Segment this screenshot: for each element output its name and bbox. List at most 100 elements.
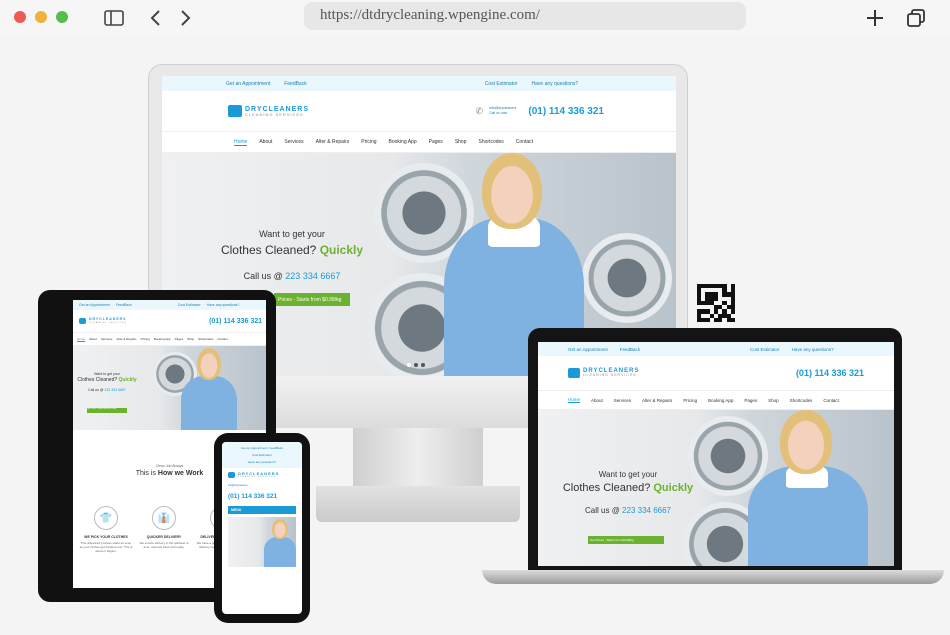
main-nav: Home About Services Alter & Repairs Pricing B… xyxy=(538,390,894,410)
nav-item[interactable]: Alter & Repairs xyxy=(116,337,136,341)
woman-head xyxy=(780,410,832,474)
hero-quickly: Quickly xyxy=(118,377,137,383)
nav-item[interactable]: Pages xyxy=(744,398,757,403)
woman-illustration xyxy=(264,537,296,567)
nav-item[interactable]: Booking App xyxy=(154,337,171,341)
feedback-link[interactable]: FeedBack xyxy=(620,347,640,352)
nav-item[interactable]: About xyxy=(259,139,272,145)
nav-item[interactable]: Shop xyxy=(455,139,467,145)
nav-item[interactable]: Shop xyxy=(768,398,779,403)
nav-item[interactable]: Pricing xyxy=(141,337,150,341)
questions-link[interactable]: Have any questions? xyxy=(792,347,834,352)
hero-call-number[interactable]: 223 334 6667 xyxy=(104,388,125,392)
logo-subtitle: CLEANING SERVICES xyxy=(238,476,276,478)
maximize-window-button[interactable] xyxy=(56,11,68,23)
nav-item[interactable]: Shortcodes xyxy=(479,139,504,145)
nav-item[interactable]: Contact xyxy=(217,337,227,341)
laptop-site-preview: Get an Appointment FeedBack Cost Estimat… xyxy=(538,342,894,566)
phone-number[interactable]: (01) 114 336 321 xyxy=(228,493,296,500)
questions-link[interactable]: Have any questions? xyxy=(207,303,240,307)
hero-line2: Clothes Cleaned? xyxy=(77,377,118,383)
phone-site-preview: Get an Appointment FeedBack Cost Estimat… xyxy=(222,442,302,614)
site-logo[interactable]: DRYCLEANERS CLEANING SERVICES xyxy=(228,105,309,117)
mobile-menu-button[interactable]: MENU xyxy=(228,506,296,514)
logo-icon xyxy=(79,318,86,324)
feature-delivery: 👔 QUICKER DELIVERY We ensure delivery in… xyxy=(137,506,191,549)
close-window-button[interactable] xyxy=(14,11,26,23)
nav-item[interactable]: Shortcodes xyxy=(790,398,813,403)
hero-call-number[interactable]: 223 334 6667 xyxy=(622,506,671,515)
feedback-link[interactable]: FeedBack xyxy=(116,303,132,307)
feature-text: This advanced process starts as soon as … xyxy=(79,541,133,553)
hero-call-label: Call us @ xyxy=(243,271,283,281)
feedback-link[interactable]: FeedBack xyxy=(284,81,307,87)
nav-item[interactable]: Home xyxy=(234,139,248,146)
logo-subtitle: CLEANING SERVICES xyxy=(89,321,127,324)
hero-quickly: Quickly xyxy=(319,243,364,257)
hero-caption: Want to get your Clothes Cleaned? Quickl… xyxy=(202,229,382,281)
cost-estimator-link[interactable]: Cost Estimator xyxy=(485,81,518,87)
appointment-link[interactable]: Get an Appointment xyxy=(568,347,608,352)
nav-item[interactable]: Shortcodes xyxy=(198,337,213,341)
header: DRYCLEANERS CLEANING SERVICES info@drycle… xyxy=(222,468,302,504)
sidebar-toggle-icon[interactable] xyxy=(102,6,126,30)
header: DRYCLEANERS CLEANING SERVICES ✆ info@dry… xyxy=(162,91,676,131)
responsive-showcase: Get an Appointment FeedBack Cost Estimat… xyxy=(0,36,950,635)
nav-item[interactable]: Alter & Repairs xyxy=(642,398,672,403)
nav-item[interactable]: Shop xyxy=(187,337,194,341)
tabs-overview-icon[interactable] xyxy=(904,6,928,30)
phone-note-line1: info@drycleaners xyxy=(228,484,248,487)
appointment-link[interactable]: Get an Appointment xyxy=(79,303,110,307)
questions-link[interactable]: Have any questions? xyxy=(248,460,276,464)
nav-item[interactable]: Services xyxy=(614,398,631,403)
nav-item[interactable]: Booking App xyxy=(389,139,417,145)
hero-quickly: Quickly xyxy=(653,482,694,494)
nav-item[interactable]: About xyxy=(89,337,97,341)
phone-number[interactable]: (01) 114 336 321 xyxy=(528,106,604,117)
slider-dots[interactable] xyxy=(407,363,425,367)
appointment-link[interactable]: Get an Appointment xyxy=(226,81,270,87)
hero-line1: Want to get your xyxy=(259,229,325,239)
monitor-base xyxy=(316,486,520,522)
shirt-icon: 👕 xyxy=(94,506,118,530)
nav-item[interactable]: Home xyxy=(77,337,86,342)
nav-item[interactable]: Booking App xyxy=(708,398,733,403)
phone-number[interactable]: (01) 114 336 321 xyxy=(209,318,262,325)
nav-item[interactable]: Services xyxy=(284,139,303,145)
new-tab-icon[interactable] xyxy=(863,6,887,30)
hero-call-number[interactable]: 223 334 6667 xyxy=(285,271,340,281)
cost-estimator-link[interactable]: Cost Estimator xyxy=(750,347,780,352)
main-nav: Home About Services Alter & Repairs Pricing B… xyxy=(73,332,266,346)
cost-estimator-link[interactable]: Cost Estimator xyxy=(178,303,201,307)
phone-number[interactable]: (01) 114 336 321 xyxy=(796,368,864,378)
get-prices-button[interactable]: Prices - Starts from $0.99/kg xyxy=(274,293,350,306)
nav-item[interactable]: Contact xyxy=(823,398,839,403)
back-icon[interactable] xyxy=(143,6,167,30)
nav-item[interactable]: Pricing xyxy=(361,139,376,145)
forward-icon[interactable] xyxy=(174,6,198,30)
nav-item[interactable]: Home xyxy=(568,397,581,403)
feedback-link[interactable]: FeedBack xyxy=(269,446,283,450)
logo-icon xyxy=(228,472,235,478)
get-prices-button[interactable]: Get Prices - Starts from $0.99/kg xyxy=(588,536,664,544)
nav-item[interactable]: Services xyxy=(101,337,113,341)
nav-item[interactable]: Pages xyxy=(429,139,443,145)
address-bar[interactable]: https://dtdrycleaning.wpengine.com/ xyxy=(304,2,746,30)
hero-slider xyxy=(228,517,296,567)
nav-item[interactable]: Pages xyxy=(175,337,184,341)
logo-subtitle: CLEANING SERVICES xyxy=(583,373,637,378)
nav-item[interactable]: Pricing xyxy=(683,398,697,403)
minimize-window-button[interactable] xyxy=(35,11,47,23)
nav-item[interactable]: Alter & Repairs xyxy=(316,139,350,145)
nav-item[interactable]: Contact xyxy=(516,139,533,145)
hero-line1: Want to get your xyxy=(94,372,120,376)
topbar: Get an Appointment FeedBack Cost Estimat… xyxy=(73,300,266,310)
woman-head xyxy=(197,348,221,380)
questions-link[interactable]: Have any questions? xyxy=(532,81,579,87)
get-prices-button[interactable]: Get Prices - Starts from $0.99/kg xyxy=(87,408,127,413)
nav-item[interactable]: About xyxy=(591,398,603,403)
phone-note-line2: Call us now xyxy=(489,111,508,115)
appointment-link[interactable]: Get an Appointment xyxy=(241,446,268,450)
cost-estimator-link[interactable]: Cost Estimator xyxy=(252,453,272,457)
monitor-stand xyxy=(353,428,483,490)
